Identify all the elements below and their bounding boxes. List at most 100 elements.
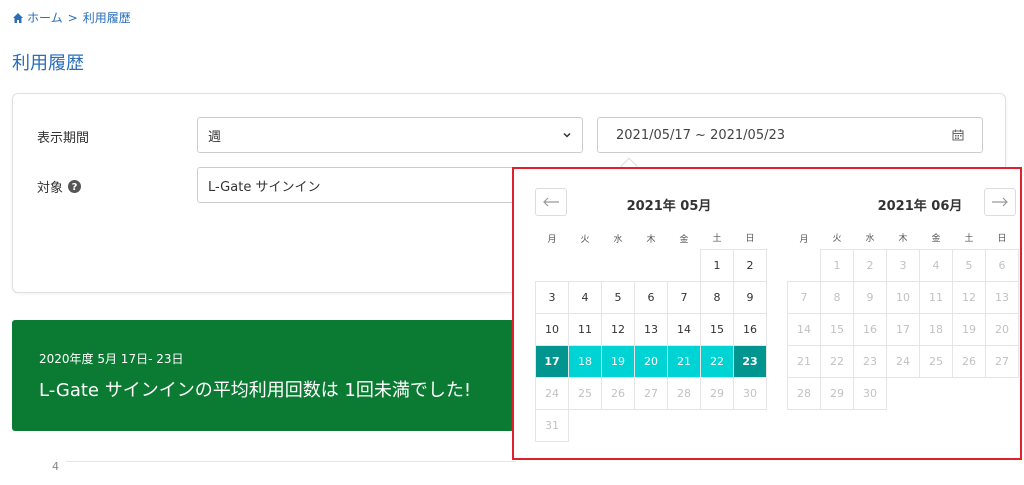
calendar-day[interactable]: 16 (733, 312, 767, 346)
calendar-day[interactable]: 2 (733, 248, 767, 282)
weekday-header: 土 (964, 234, 974, 245)
calendar-week: 28 29 30 (787, 376, 1019, 410)
month-title-right: 2021年 06月 (877, 199, 963, 214)
calendar-day: 18 (919, 312, 953, 346)
arrow-left-icon (543, 197, 559, 207)
breadcrumb-current: 利用履歴 (82, 11, 131, 25)
calendar-day: 20 (985, 312, 1019, 346)
calendar-empty-cell (536, 249, 569, 281)
calendar-day[interactable]: 8 (700, 280, 734, 314)
calendar-day[interactable]: 21 (667, 344, 701, 378)
calendar-day[interactable]: 11 (568, 312, 602, 346)
calendar-day: 13 (985, 280, 1019, 314)
calendar-day: 16 (853, 312, 887, 346)
calendar-week: 14 15 16 17 18 19 20 (787, 312, 1019, 346)
period-select[interactable]: 週 (197, 117, 583, 153)
calendar-empty-cell (635, 409, 668, 441)
calendar-june: 月火水木金土日 1 2 3 4 5 6 7 8 9 10 11 12 13 14 15 16 17 18 19 20 21… (787, 227, 1019, 410)
weekday-header: 水 (865, 234, 875, 245)
calendar-day: 27 (985, 344, 1019, 378)
prev-month-button[interactable] (535, 188, 567, 216)
breadcrumb-home-link[interactable]: ホーム (27, 9, 63, 26)
calendar-day: 11 (919, 280, 953, 314)
chart-axis-tick: 4 (52, 460, 59, 473)
calendar-day[interactable]: 10 (535, 312, 569, 346)
calendar-day[interactable]: 17 (535, 344, 569, 378)
calendar-day[interactable]: 7 (667, 280, 701, 314)
weekday-header: 火 (580, 234, 590, 245)
calendar-week: 3456789 (535, 280, 767, 314)
calendar-may: 月火水木金土日 1 2 3 4 5 6 7 8 9 10 11 12 13 14 15 16 17 18 19 20 21… (535, 227, 767, 442)
calendar-empty-cell (986, 377, 1019, 409)
calendar-day: 21 (787, 344, 821, 378)
calendar-day: 23 (853, 344, 887, 378)
summary-period: 2020年度 5月 17日- 23日 (39, 352, 184, 366)
date-range-input[interactable]: 2021/05/17 ~ 2021/05/23 (597, 117, 983, 153)
calendar-day[interactable]: 20 (634, 344, 668, 378)
weekday-header: 日 (745, 234, 755, 245)
calendar-day: 6 (985, 248, 1019, 282)
calendar-day[interactable]: 13 (634, 312, 668, 346)
period-label-text: 表示期間 (37, 131, 90, 146)
calendar-day: 2 (853, 248, 887, 282)
calendar-day[interactable]: 12 (601, 312, 635, 346)
calendar-empty-cell (569, 249, 602, 281)
calendar-day: 5 (952, 248, 986, 282)
calendar-day: 8 (820, 280, 854, 314)
calendar-day: 29 (700, 376, 734, 410)
calendar-empty-cell (602, 409, 635, 441)
calendar-day: 22 (820, 344, 854, 378)
calendar-empty-cell (668, 249, 701, 281)
calendar-empty-cell (602, 249, 635, 281)
calendar-day[interactable]: 19 (601, 344, 635, 378)
calendar-day: 29 (820, 376, 854, 410)
calendar-day[interactable]: 15 (700, 312, 734, 346)
calendar-day: 30 (853, 376, 887, 410)
calendar-day[interactable]: 14 (667, 312, 701, 346)
calendar-day[interactable]: 6 (634, 280, 668, 314)
calendar-day: 7 (787, 280, 821, 314)
calendar-day: 31 (535, 408, 569, 442)
summary-banner: 2020年度 5月 17日- 23日 L-Gate サインインの平均利用回数は … (12, 320, 516, 431)
calendar-day: 24 (535, 376, 569, 410)
calendar-day: 9 (853, 280, 887, 314)
calendar-empty-cell (569, 409, 602, 441)
calendar-empty-cell (920, 377, 953, 409)
target-select[interactable]: L-Gate サインイン (197, 167, 527, 203)
calendar-day[interactable]: 5 (601, 280, 635, 314)
calendar-day[interactable]: 3 (535, 280, 569, 314)
calendar-week: 123456 (788, 248, 1019, 282)
calendar-week: 10 11 12 13 14 15 16 (535, 312, 767, 346)
calendar-day: 12 (952, 280, 986, 314)
breadcrumb-separator: > (67, 10, 78, 25)
calendar-day: 26 (952, 344, 986, 378)
calendar-day: 26 (601, 376, 635, 410)
summary-message: L-Gate サインインの平均利用回数は 1回未満でした! (39, 380, 472, 401)
calendar-day: 19 (952, 312, 986, 346)
calendar-week: 12 (536, 248, 767, 282)
weekday-header: 月 (547, 234, 557, 245)
calendar-day: 15 (820, 312, 854, 346)
calendar-day[interactable]: 9 (733, 280, 767, 314)
calendar-day: 24 (886, 344, 920, 378)
weekday-header: 金 (679, 234, 689, 245)
calendar-day[interactable]: 18 (568, 344, 602, 378)
calendar-empty-cell (734, 409, 767, 441)
calendar-day: 3 (886, 248, 920, 282)
calendar-day[interactable]: 4 (568, 280, 602, 314)
target-label-text: 対象 (37, 181, 64, 196)
month-title-left: 2021年 05月 (626, 199, 712, 214)
weekday-header: 日 (997, 234, 1007, 245)
page-title: 利用履歴 (12, 53, 84, 74)
weekday-header: 月 (799, 234, 809, 245)
calendar-day[interactable]: 23 (733, 344, 767, 378)
calendar-day[interactable]: 22 (700, 344, 734, 378)
calendar-icon (952, 129, 964, 141)
calendar-day: 28 (787, 376, 821, 410)
calendar-day: 4 (919, 248, 953, 282)
next-month-button[interactable] (984, 188, 1016, 216)
calendar-empty-cell (788, 249, 821, 281)
help-icon[interactable]: ? (68, 180, 82, 193)
weekday-header: 火 (832, 234, 842, 245)
calendar-day[interactable]: 1 (700, 248, 734, 282)
